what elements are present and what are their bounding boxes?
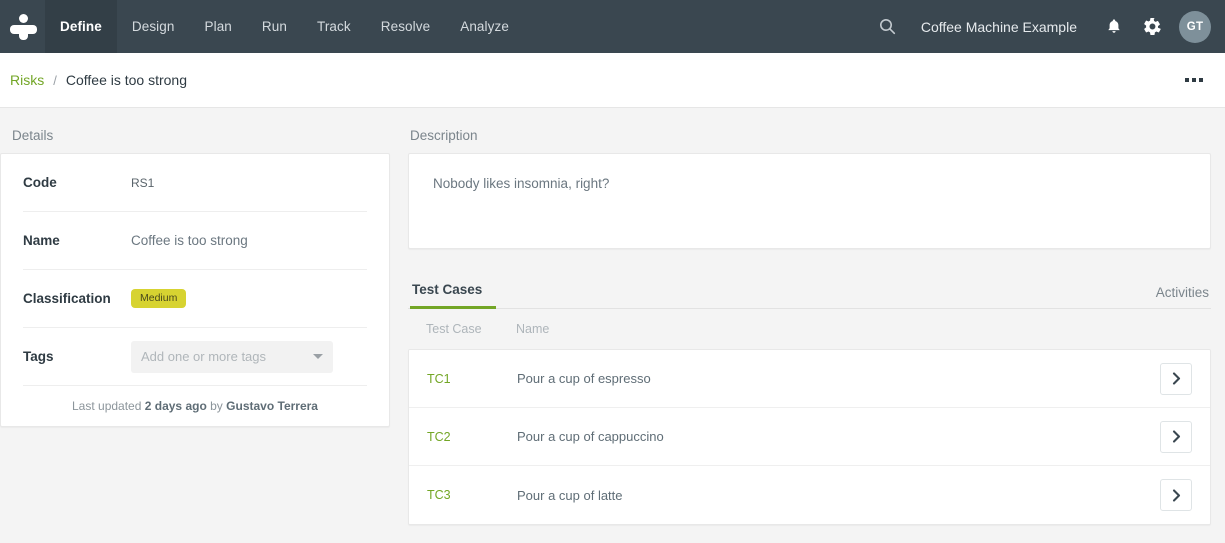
description-card[interactable]: Nobody likes insomnia, right? xyxy=(408,153,1211,249)
primary-nav: Define Design Plan Run Track Resolve Ana… xyxy=(45,0,524,53)
search-button[interactable] xyxy=(869,0,907,53)
last-updated-prefix: Last updated xyxy=(72,399,142,413)
page-title: Coffee is too strong xyxy=(65,72,188,88)
project-name[interactable]: Coffee Machine Example xyxy=(907,19,1095,35)
overflow-menu-icon xyxy=(1192,78,1196,82)
nav-item-label: Run xyxy=(261,19,287,34)
tags-placeholder: Add one or more tags xyxy=(141,349,267,364)
last-updated-by: by xyxy=(210,399,223,413)
nav-item-resolve[interactable]: Resolve xyxy=(366,0,445,53)
last-updated-time: 2 days ago xyxy=(144,399,207,413)
nav-item-analyze[interactable]: Analyze xyxy=(445,0,524,53)
page-content: Details Code RS1 Name Coffee is too stro… xyxy=(0,108,1225,543)
description-section-label: Description xyxy=(410,128,478,143)
detail-row-tags: Tags Add one or more tags xyxy=(23,328,367,386)
detail-value-code: RS1 xyxy=(131,175,155,190)
nav-item-plan[interactable]: Plan xyxy=(189,0,246,53)
test-case-name: Pour a cup of cappuccino xyxy=(517,429,664,444)
details-card: Code RS1 Name Coffee is too strong Class… xyxy=(0,153,390,427)
nav-right-group: Coffee Machine Example GT xyxy=(869,0,1225,53)
last-updated-footer: Last updated 2 days ago by Gustavo Terre… xyxy=(1,386,389,426)
chevron-down-icon xyxy=(313,354,323,359)
column-header-test-case: Test Case xyxy=(426,322,482,336)
settings-button[interactable] xyxy=(1133,0,1171,53)
table-row[interactable]: TC1 Pour a cup of espresso xyxy=(409,350,1210,408)
nav-item-design[interactable]: Design xyxy=(117,0,190,53)
breadcrumb-separator: / xyxy=(53,72,57,88)
tab-test-cases[interactable]: Test Cases xyxy=(410,272,497,309)
column-header-name: Name xyxy=(516,322,550,336)
detail-label: Tags xyxy=(23,349,54,364)
tab-bar: Test Cases Activities xyxy=(408,271,1211,309)
app-logo[interactable] xyxy=(0,0,45,53)
table-row[interactable]: TC3 Pour a cup of latte xyxy=(409,466,1210,524)
overflow-menu-icon xyxy=(1199,78,1203,82)
test-case-code-link[interactable]: TC3 xyxy=(427,488,517,502)
open-test-case-button[interactable] xyxy=(1160,479,1192,511)
last-updated-user: Gustavo Terrera xyxy=(226,399,318,413)
details-section-label: Details xyxy=(12,128,54,143)
detail-label: Classification xyxy=(23,291,111,306)
detail-value-name[interactable]: Coffee is too strong xyxy=(131,233,248,248)
user-avatar[interactable]: GT xyxy=(1179,10,1211,43)
bell-icon xyxy=(1108,19,1120,33)
test-cases-table: TC1 Pour a cup of espresso TC2 Pour a cu… xyxy=(408,349,1211,525)
status-badge[interactable]: Medium xyxy=(131,288,187,309)
tab-label: Test Cases xyxy=(412,282,483,297)
top-navigation-bar: Define Design Plan Run Track Resolve Ana… xyxy=(0,0,1225,53)
detail-label: Name xyxy=(23,233,60,248)
details-rows: Code RS1 Name Coffee is too strong Class… xyxy=(1,154,389,386)
nav-item-run[interactable]: Run xyxy=(247,0,302,53)
detail-row-classification: Classification Medium xyxy=(23,270,367,328)
chevron-right-icon xyxy=(1172,488,1180,502)
chevron-right-icon xyxy=(1172,372,1180,385)
chevron-right-icon xyxy=(1172,430,1180,443)
test-case-code-link[interactable]: TC2 xyxy=(427,430,517,444)
detail-label: Code xyxy=(23,175,57,190)
description-text: Nobody likes insomnia, right? xyxy=(433,176,610,191)
tab-label: Activities xyxy=(1155,285,1209,300)
gear-icon xyxy=(1143,18,1161,35)
tab-activities[interactable]: Activities xyxy=(1154,275,1209,309)
table-header: Test Case Name xyxy=(408,309,1211,349)
nav-item-track[interactable]: Track xyxy=(302,0,366,53)
test-case-name: Pour a cup of espresso xyxy=(517,371,651,386)
test-case-code-link[interactable]: TC1 xyxy=(427,372,517,386)
nav-item-label: Track xyxy=(316,19,351,34)
detail-row-code: Code RS1 xyxy=(23,154,367,212)
test-case-name: Pour a cup of latte xyxy=(517,487,623,503)
open-test-case-button[interactable] xyxy=(1160,420,1192,453)
overflow-menu-button[interactable] xyxy=(1179,70,1209,90)
nav-item-label: Design xyxy=(131,19,175,34)
breadcrumb-parent-link[interactable]: Risks xyxy=(10,72,44,88)
main-column: Description Nobody likes insomnia, right… xyxy=(390,108,1225,525)
open-test-case-button[interactable] xyxy=(1160,362,1192,395)
detail-row-name: Name Coffee is too strong xyxy=(23,212,367,270)
details-column: Details Code RS1 Name Coffee is too stro… xyxy=(0,108,390,427)
overflow-menu-icon xyxy=(1185,78,1189,82)
breadcrumb-bar: Risks / Coffee is too strong xyxy=(0,53,1225,108)
nav-item-label: Plan xyxy=(204,19,232,34)
tags-select[interactable]: Add one or more tags xyxy=(131,340,333,373)
notifications-button[interactable] xyxy=(1095,0,1133,53)
people-logo-icon xyxy=(8,12,38,42)
nav-item-define[interactable]: Define xyxy=(45,0,117,53)
nav-item-label: Define xyxy=(60,19,102,34)
nav-item-label: Resolve xyxy=(380,19,431,34)
nav-item-label: Analyze xyxy=(460,19,509,34)
table-row[interactable]: TC2 Pour a cup of cappuccino xyxy=(409,408,1210,466)
search-icon xyxy=(880,19,896,35)
